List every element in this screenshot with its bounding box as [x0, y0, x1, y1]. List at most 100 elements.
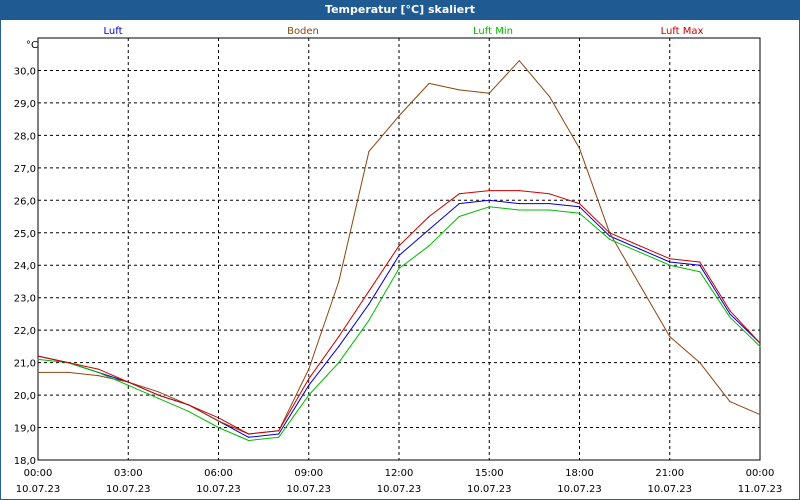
y-tick-label: 26,0: [14, 196, 36, 207]
data-point-boden: [729, 400, 731, 403]
data-point-boden: [428, 82, 430, 85]
data-point-boden: [759, 413, 761, 416]
legend: Luft Boden Luft Min Luft Max: [104, 26, 704, 37]
data-point-luft: [608, 235, 611, 237]
data-point-luft-min: [759, 345, 761, 347]
y-tick-label: 28,0: [14, 131, 36, 142]
x-tick-date: 10.07.23: [467, 484, 512, 495]
data-point-luft-min: [37, 358, 39, 360]
data-point-luft-min: [187, 410, 190, 412]
x-tick-time: 09:00: [294, 468, 323, 479]
data-point-luft-max: [759, 342, 761, 344]
data-point-luft-min: [729, 316, 731, 318]
data-point-luft-max: [127, 381, 129, 383]
data-point-luft-max: [338, 336, 340, 338]
x-tick-date: 10.07.23: [16, 484, 61, 495]
legend-entry-luft-max: Luft Max: [661, 26, 704, 37]
data-point-boden: [548, 95, 551, 98]
data-point-luft-max: [247, 433, 250, 435]
data-point-luft-max: [217, 417, 220, 419]
y-tick-label: 18,0: [14, 456, 36, 467]
x-tick-time: 18:00: [565, 468, 594, 479]
data-point-luft-min: [639, 251, 641, 253]
data-point-boden: [157, 391, 159, 393]
y-tick-label: 20,0: [14, 391, 36, 402]
data-point-luft: [308, 384, 310, 386]
data-point-luft-min: [338, 362, 340, 364]
data-point-luft-max: [187, 404, 190, 406]
data-point-luft-max: [398, 245, 400, 247]
x-tick-time: 21:00: [655, 468, 684, 479]
y-tick-label: 25,0: [14, 229, 36, 240]
data-point-luft-min: [278, 436, 280, 438]
data-point-luft-max: [548, 193, 551, 195]
data-point-luft-max: [157, 394, 159, 396]
data-point-luft-min: [608, 238, 611, 240]
data-point-luft-min: [398, 267, 400, 270]
data-point-luft-min: [458, 215, 460, 218]
y-tick-label: 21,0: [14, 359, 36, 370]
data-point-luft-min: [157, 397, 159, 399]
data-point-boden: [488, 92, 490, 94]
data-point-luft: [428, 228, 430, 231]
x-tick-date: 11.07.23: [738, 484, 783, 495]
y-tick-label: 23,0: [14, 294, 36, 305]
x-tick-date: 10.07.23: [647, 484, 692, 495]
data-point-luft-min: [518, 209, 520, 211]
data-point-luft-min: [247, 439, 250, 442]
data-point-boden: [338, 280, 340, 283]
data-point-luft-min: [669, 264, 671, 266]
data-point-luft: [458, 202, 460, 205]
data-point-luft-max: [639, 245, 641, 247]
legend-entry-luft: Luft: [104, 26, 123, 37]
x-tick-time: 15:00: [475, 468, 504, 479]
y-tick-label: 24,0: [14, 261, 36, 272]
data-point-luft-max: [458, 193, 460, 195]
data-point-boden: [669, 336, 671, 338]
x-tick-date: 10.07.23: [377, 484, 422, 495]
data-point-luft: [398, 254, 400, 257]
data-point-luft: [578, 206, 581, 208]
data-point-luft: [368, 303, 370, 305]
data-point-luft: [639, 248, 641, 250]
x-tick-time: 00:00: [746, 468, 775, 479]
y-tick-label: 22,0: [14, 326, 36, 337]
data-point-boden: [308, 368, 310, 370]
data-point-luft-max: [669, 258, 671, 260]
data-point-luft-min: [578, 212, 581, 214]
data-point-luft-max: [37, 355, 39, 357]
y-tick-label: 27,0: [14, 164, 36, 175]
x-tick-date: 10.07.23: [106, 484, 151, 495]
data-point-luft-max: [278, 430, 280, 432]
data-point-luft-max: [368, 290, 370, 292]
data-point-boden: [518, 60, 520, 62]
data-point-boden: [699, 362, 701, 364]
data-point-boden: [458, 89, 460, 91]
data-point-luft-min: [428, 245, 430, 247]
data-point-luft-max: [518, 189, 520, 192]
data-point-boden: [368, 151, 370, 153]
data-point-luft: [278, 433, 280, 435]
data-point-luft: [488, 199, 490, 201]
data-point-luft-min: [368, 319, 370, 322]
data-point-luft-min: [217, 426, 220, 429]
data-point-luft: [548, 202, 551, 205]
y-tick-label: 19,0: [14, 424, 36, 435]
legend-entry-boden: Boden: [287, 26, 319, 37]
data-point-luft-min: [699, 271, 701, 273]
data-point-luft-max: [488, 189, 490, 192]
data-point-luft-max: [67, 362, 69, 364]
data-point-boden: [578, 147, 581, 149]
data-point-luft-max: [308, 378, 310, 380]
data-point-luft-min: [488, 206, 490, 208]
x-tick-time: 03:00: [114, 468, 143, 479]
y-axis-unit: °C: [26, 40, 38, 51]
data-point-boden: [217, 420, 220, 422]
data-point-luft: [699, 264, 701, 266]
data-point-luft: [518, 202, 520, 205]
data-point-luft-min: [548, 209, 551, 211]
data-point-luft-max: [578, 202, 581, 205]
y-tick-label: 29,0: [14, 99, 36, 110]
data-point-luft: [669, 261, 671, 263]
x-tick-date: 10.07.23: [557, 484, 602, 495]
